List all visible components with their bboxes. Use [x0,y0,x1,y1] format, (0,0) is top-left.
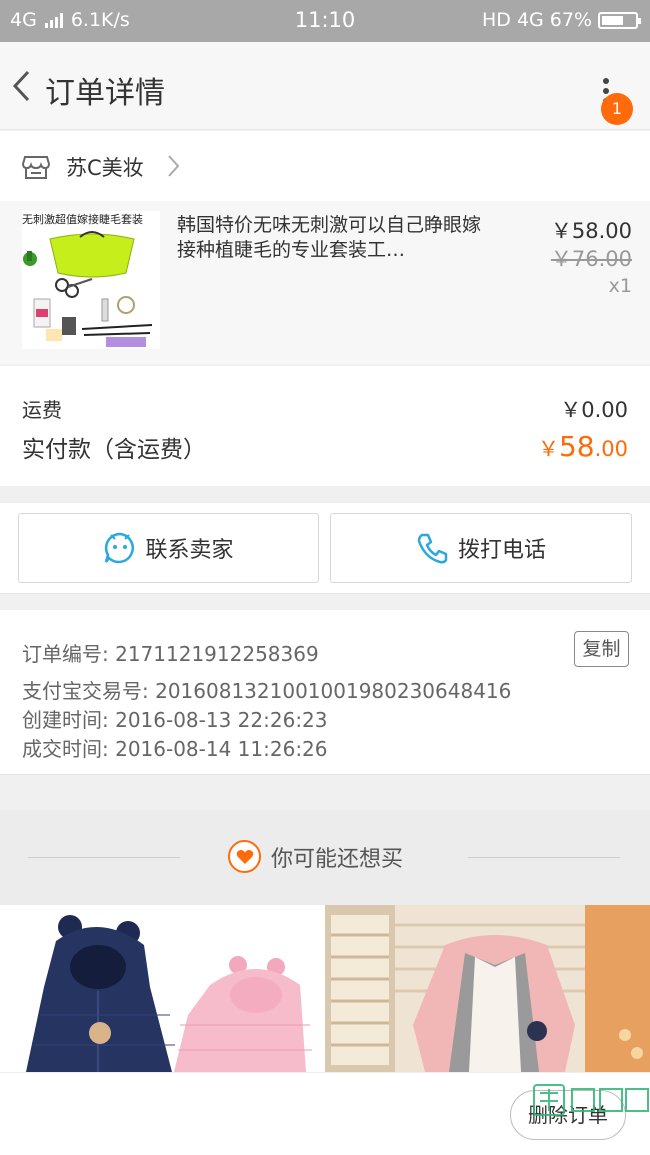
recommend-product-1[interactable] [0,905,320,1072]
kids-jackets-image [26,915,312,1072]
chevron-right-icon [168,155,180,177]
battery-fill [602,15,623,25]
call-phone-button[interactable]: 拨打电话 [330,513,632,583]
chat-bubble-icon [105,532,135,564]
alipay-trade-number: 支付宝交易号: 2016081321001001980230648416 [22,679,512,703]
phone-icon [417,533,448,564]
created-time: 创建时间: 2016-08-13 22:26:23 [22,708,328,732]
copy-button[interactable]: 复制 [574,631,629,667]
status-right: HD 4G 67% [481,9,641,31]
product-title[interactable]: 韩国特价无味无刺激可以自己睁眼嫁接种植睫毛的专业套装工… [177,213,495,265]
recommend-header: 你可能还想买 [0,810,650,905]
watermark-logo [533,1084,649,1116]
lash-kit-illustration [23,231,153,347]
footer-bar: 删除订单 [0,1072,650,1155]
baby-vest-image [325,905,650,1072]
recommend-title: 你可能还想买 [271,846,404,872]
completed-time: 成交时间: 2016-08-14 11:26:26 [22,737,328,761]
paid-decimal: .00 [594,437,628,461]
product-image[interactable]: 无刺激超值嫁接睫毛套装 [22,211,160,349]
app-header: 订单详情 1 [0,42,650,130]
product-quantity: x1 [608,275,632,297]
product-row[interactable]: 无刺激超值嫁接睫毛套装 韩国特价无味无刺激可以自己睁眼嫁接种植睫毛的专业套装工…… [0,201,650,364]
shop-row[interactable]: 苏C美妆 [0,131,650,201]
paid-amount: ￥58.00 [538,430,628,463]
divider-right [468,857,620,858]
shop-name: 苏C美妆 [66,156,144,180]
page-title: 订单详情 [45,76,165,111]
divider-left [28,857,180,858]
recommend-title-group: 你可能还想买 [228,840,403,873]
status-bar: 4G 6.1K/s 11:10 HD 4G 67% [0,0,650,42]
notification-badge: 1 [601,93,633,125]
cost-summary: 运费 ￥0.00 实付款（含运费） ￥58.00 [0,366,650,486]
contact-seller-button[interactable]: 联系卖家 [18,513,319,583]
product-original-price: ￥76.00 [550,247,632,271]
order-info: 订单编号: 2171121912258369 复制 支付宝交易号: 201608… [0,610,650,775]
shipping-label: 运费 [22,398,62,422]
shop-icon [22,156,50,179]
product-image-banner: 无刺激超值嫁接睫毛套装 [22,211,160,229]
recommend-product-2[interactable] [325,905,650,1072]
recommend-products [0,905,650,1072]
product-price: ￥58.00 [550,219,632,243]
call-phone-label: 拨打电话 [457,538,546,563]
battery-percent: 67% [549,9,592,31]
back-icon[interactable] [10,68,34,104]
order-number: 订单编号: 2171121912258369 [22,642,319,666]
hd-network: HD 4G [481,9,544,31]
heart-icon [228,840,261,873]
shipping-value: ￥0.00 [560,398,628,422]
paid-integer: 58 [558,430,595,463]
battery-icon [598,11,641,29]
paid-label: 实付款（含运费） [22,437,206,463]
action-buttons: 联系卖家 拨打电话 [0,502,650,594]
contact-seller-label: 联系卖家 [145,538,234,563]
paid-currency: ￥ [537,437,559,461]
